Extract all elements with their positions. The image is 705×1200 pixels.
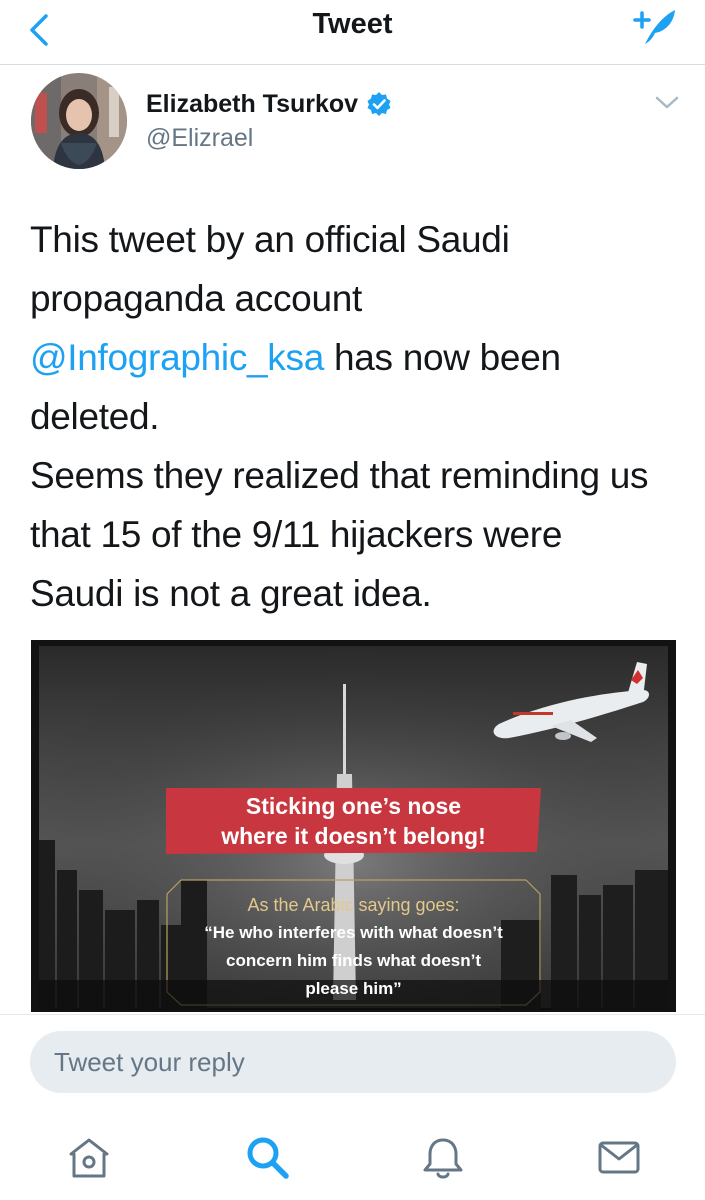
reply-placeholder: Tweet your reply [54,1047,245,1077]
notifications-icon[interactable] [418,1132,468,1182]
divider [0,1014,705,1015]
tweet-text-line: deleted. [30,396,160,437]
tweet-text: This tweet by an official Saudi propagan… [30,210,685,623]
media-headline-line: Sticking one’s nose [245,793,462,819]
compose-tweet-icon[interactable] [627,4,679,48]
reply-input[interactable]: Tweet your reply [30,1031,676,1093]
tweet-text-line: Seems they realized that reminding us [30,455,649,496]
top-navigation-bar: Tweet [0,0,705,65]
verified-badge-icon [367,92,391,116]
bottom-tab-bar [0,1118,705,1200]
chevron-down-icon[interactable] [654,93,680,113]
media-headline-banner: Sticking one’s nose where it doesn’t bel… [166,788,541,854]
media-saying-intro: As the Arabic saying goes: [247,895,460,915]
media-saying-box: As the Arabic saying goes: “He who inter… [166,875,541,1005]
messages-icon[interactable] [594,1132,644,1182]
tweet-text-line: propaganda account [30,278,362,319]
media-quote-line: concern him finds what doesn’t [225,951,482,970]
media-quote-line: “He who interferes with what doesn’t [204,923,503,942]
page-title: Tweet [312,8,393,40]
home-icon[interactable] [64,1132,114,1182]
tweet-media-image[interactable]: Sticking one’s nose where it doesn’t bel… [31,640,676,1012]
tweet-text-line: @Infographic_ksa has now been [30,328,685,387]
media-quote-line: please him” [305,979,402,998]
tweet-text-fragment: has now been [323,337,561,378]
author-name[interactable]: Elizabeth Tsurkov [146,90,358,119]
avatar[interactable] [31,73,127,169]
media-headline-line: where it doesn’t belong! [221,823,486,849]
author-name-row: Elizabeth Tsurkov [146,88,392,120]
search-icon[interactable] [242,1132,292,1182]
tweet-text-line: that 15 of the 9/11 hijackers were [30,514,563,555]
mention-link[interactable]: @Infographic_ksa [30,337,324,378]
author-handle[interactable]: @Elizrael [146,124,253,153]
tweet-text-line: Saudi is not a great idea. [30,573,432,614]
tweet-text-line: This tweet by an official Saudi [30,219,510,260]
